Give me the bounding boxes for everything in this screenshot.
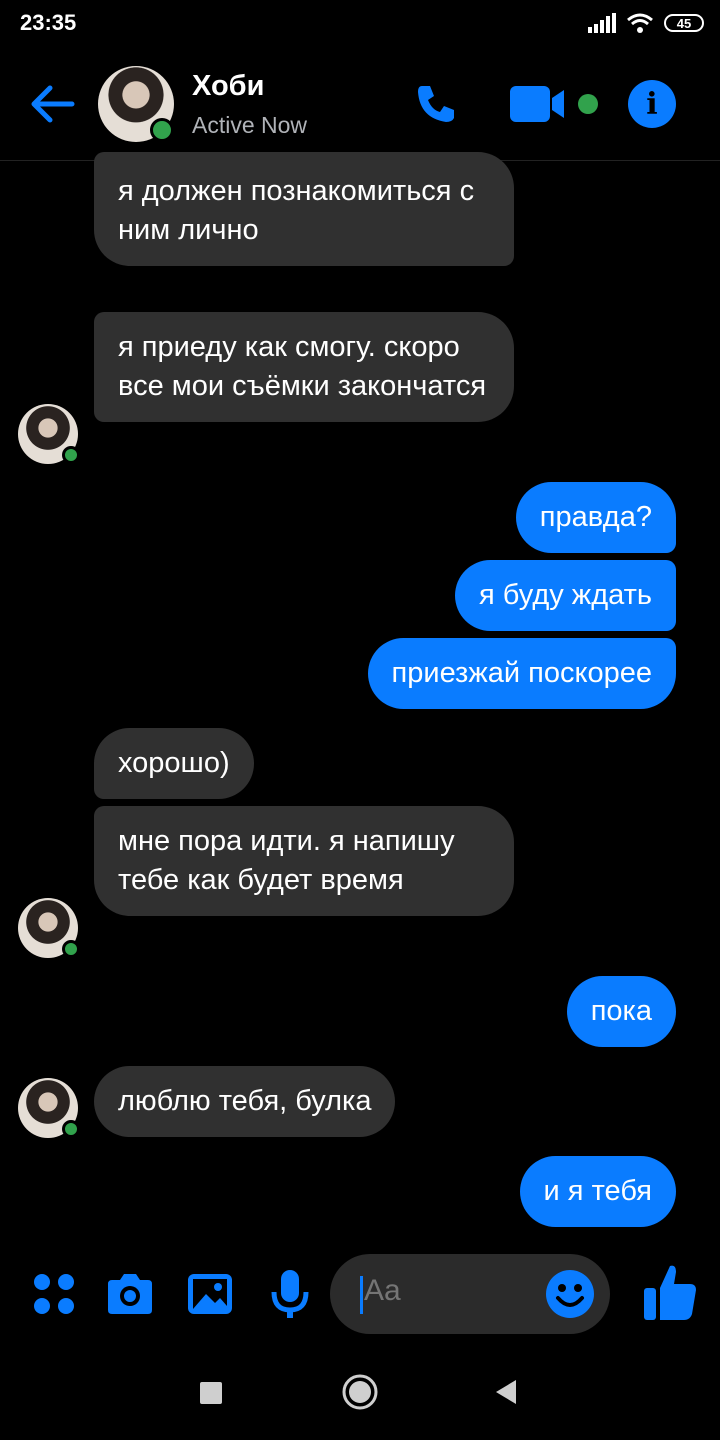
message-incoming[interactable]: хорошо) <box>94 728 254 799</box>
contact-mini-avatar[interactable] <box>18 1078 80 1138</box>
message-outgoing[interactable]: приезжай поскорее <box>367 638 676 709</box>
message-incoming[interactable]: мне пора идти. я напишу тебе как будет в… <box>94 806 514 916</box>
more-apps-icon[interactable] <box>28 1268 80 1320</box>
gallery-icon[interactable] <box>184 1268 236 1320</box>
message-outgoing[interactable]: пока <box>566 976 676 1047</box>
microphone-icon[interactable] <box>264 1268 316 1320</box>
message-outgoing[interactable]: правда? <box>515 482 676 553</box>
message-composer[interactable] <box>330 1254 610 1334</box>
message-outgoing[interactable]: и я тебя <box>519 1156 676 1227</box>
back-nav-icon[interactable] <box>494 1378 518 1406</box>
status-time: 23:35 <box>20 10 77 35</box>
back-arrow-icon[interactable] <box>28 84 76 124</box>
online-indicator <box>62 446 80 464</box>
status-icons: 45 <box>588 12 704 34</box>
battery-indicator: 45 <box>664 14 704 32</box>
thumbs-up-icon[interactable] <box>642 1262 698 1322</box>
message-outgoing[interactable]: я буду ждать <box>455 560 676 631</box>
message-incoming[interactable]: я должен познакомиться с ним лично <box>94 152 514 266</box>
emoji-icon[interactable] <box>546 1270 594 1318</box>
recents-nav-icon[interactable] <box>200 1382 222 1404</box>
signal-icon <box>588 13 616 33</box>
contact-name[interactable]: Хоби <box>192 70 264 103</box>
info-icon[interactable]: i <box>628 80 676 128</box>
camera-icon[interactable] <box>104 1268 156 1320</box>
online-indicator <box>150 118 174 142</box>
contact-mini-avatar[interactable] <box>18 404 80 464</box>
online-indicator <box>62 1120 80 1138</box>
message-input[interactable] <box>364 1274 534 1308</box>
contact-status: Active Now <box>192 112 308 138</box>
wifi-icon <box>627 13 653 33</box>
message-incoming[interactable]: люблю тебя, булка <box>94 1066 396 1137</box>
chat-header: Хоби Active Now i <box>0 48 720 161</box>
online-indicator <box>62 940 80 958</box>
phone-call-icon[interactable] <box>414 82 458 126</box>
video-call-icon[interactable] <box>510 86 570 122</box>
contact-mini-avatar[interactable] <box>18 898 80 958</box>
home-nav-icon[interactable] <box>342 1374 378 1410</box>
video-online-indicator <box>578 94 598 114</box>
message-incoming[interactable]: я приеду как смогу. скоро все мои съёмки… <box>94 312 514 422</box>
text-cursor <box>360 1276 363 1314</box>
